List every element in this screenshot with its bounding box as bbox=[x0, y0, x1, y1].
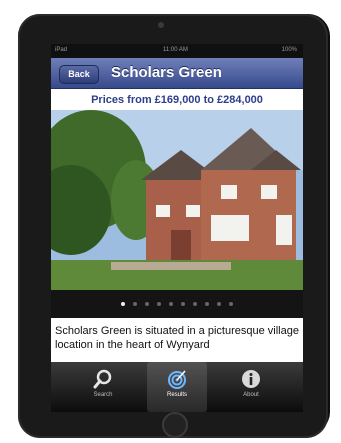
target-icon bbox=[168, 370, 186, 389]
tab-results[interactable]: Results bbox=[147, 362, 207, 412]
navigation-bar: Back Scholars Green bbox=[51, 58, 303, 89]
page-title: Scholars Green bbox=[111, 64, 222, 81]
page-dot[interactable] bbox=[193, 302, 197, 306]
price-range-heading: Prices from £169,000 to £284,000 bbox=[91, 94, 263, 106]
home-button[interactable] bbox=[162, 412, 188, 438]
page-dot[interactable] bbox=[145, 302, 149, 306]
tab-about[interactable]: About bbox=[221, 362, 281, 412]
gallery-page-indicator[interactable] bbox=[51, 290, 303, 318]
page-dot[interactable] bbox=[229, 302, 233, 306]
page-dot[interactable] bbox=[181, 302, 185, 306]
tab-search[interactable]: Search bbox=[73, 362, 133, 412]
page-dot[interactable] bbox=[205, 302, 209, 306]
status-bar: iPad 11:00 AM 100% bbox=[51, 44, 303, 58]
tab-label: Search bbox=[93, 392, 113, 398]
tab-bar: Search Results About bbox=[51, 362, 303, 412]
info-icon bbox=[242, 370, 260, 388]
magnifier-icon bbox=[93, 369, 112, 389]
camera-dot bbox=[158, 22, 164, 28]
status-time: 11:00 AM bbox=[163, 47, 188, 53]
page-dot[interactable] bbox=[121, 302, 125, 306]
tab-label: Results bbox=[166, 392, 187, 398]
development-description: Scholars Green is situated in a pictures… bbox=[55, 325, 299, 351]
page-dot[interactable] bbox=[169, 302, 173, 306]
back-button[interactable]: Back bbox=[59, 65, 99, 84]
page-dot[interactable] bbox=[217, 302, 221, 306]
development-photo[interactable] bbox=[51, 110, 303, 290]
tab-label: About bbox=[243, 392, 259, 398]
carrier-label: iPad bbox=[55, 47, 68, 53]
app-screen: iPad 11:00 AM 100% Back Scholars Green P… bbox=[51, 44, 303, 412]
page-dot[interactable] bbox=[133, 302, 137, 306]
page-dot[interactable] bbox=[157, 302, 161, 306]
battery-label: 100% bbox=[281, 47, 297, 53]
